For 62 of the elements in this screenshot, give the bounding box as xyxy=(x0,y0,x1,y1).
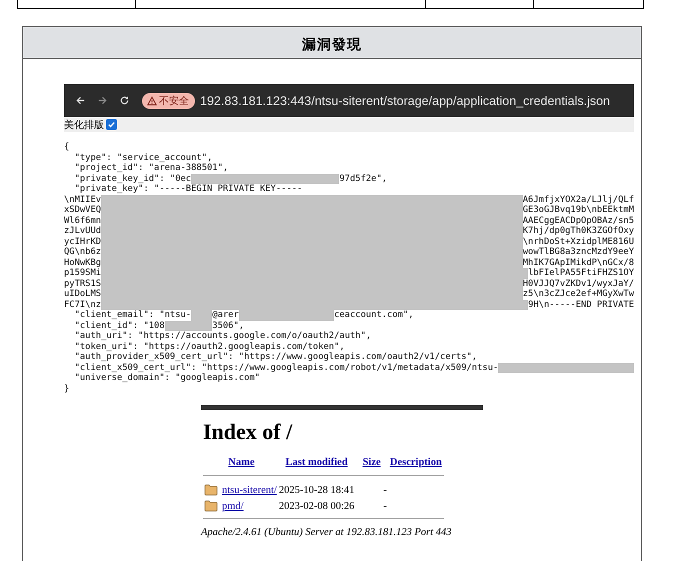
code-text: QG\nb6z xyxy=(64,247,102,258)
column-header-link[interactable]: Description xyxy=(390,457,442,468)
modified-date: 2025-10-28 18:41 xyxy=(278,484,354,496)
code-text: lbFIelPA55FtiFHZS1OY xyxy=(528,268,634,278)
checkbox[interactable] xyxy=(106,119,117,130)
code-text: wowTlBG8a3zncMzdY9eeY xyxy=(522,247,634,258)
code-text: "token_uri": "https://oauth2.googleapis.com/token", xyxy=(74,342,345,352)
code-text: uIDoLMS xyxy=(64,289,102,300)
code-text: "auth_provider_x509_cert_url": "https://www.googleapis.com/oauth2/v1/certs", xyxy=(74,352,478,362)
code-text: xSDwVEQ xyxy=(64,205,102,216)
file-link[interactable]: pmd/ xyxy=(222,500,244,512)
section-title: 漏洞發現 xyxy=(302,36,362,54)
code-text: 97d5f2e", xyxy=(339,174,388,184)
code-text: } xyxy=(64,384,70,394)
column-header-link[interactable]: Size xyxy=(362,457,381,468)
page-heading: Index of / xyxy=(203,419,294,445)
code-text: "client_email": "ntsu- xyxy=(74,310,192,320)
code-text: K7hj/dp0gTh0K3ZGOfOxy xyxy=(522,226,634,236)
file-size: - xyxy=(383,484,387,496)
back-icon[interactable] xyxy=(75,95,86,106)
folder-icon xyxy=(204,484,218,496)
server-signature: Apache/2.4.61 (Ubuntu) Server at 192.83.181.123 Port 443 xyxy=(201,527,453,538)
code-text: { xyxy=(64,142,70,152)
code-text: MhIK7GApIMikdP\nGCx/8 xyxy=(522,258,634,268)
code-text: "client_id": "108 xyxy=(74,320,165,331)
code-text: \nMIIEv xyxy=(64,194,102,205)
code-text: A6JmfjxYOX2a/LJlj/QLf xyxy=(522,194,634,205)
code-text: FC7I\nz xyxy=(64,300,102,310)
code-text: ycIHrKD xyxy=(64,236,102,247)
code-text: "type": "service_account", xyxy=(74,152,212,163)
security-badge[interactable]: 不安全 xyxy=(142,92,195,108)
file-size: - xyxy=(383,500,387,512)
code-text: p159SMi xyxy=(64,268,102,278)
code-text: "private_key_id": "0ec xyxy=(74,174,192,184)
code-text: ceaccount.com", xyxy=(334,310,414,320)
code-text: zJLvUUd xyxy=(64,226,102,236)
column-header-link[interactable]: Last modified xyxy=(286,457,348,468)
code-text: @arer xyxy=(212,310,239,320)
code-text: HoNwKBg xyxy=(64,258,102,268)
url-text[interactable]: 192.83.181.123:443/ntsu-siterent/storage/app/application_credentials.json xyxy=(200,94,610,108)
code-text: z5\n3cZJce2ef+MGyXwTw xyxy=(522,289,634,300)
reload-icon[interactable] xyxy=(119,95,130,106)
code-text: "universe_domain": "googleapis.com" xyxy=(74,373,260,384)
code-text: GE3oGJBvq19b\nbEEktmM xyxy=(522,205,634,216)
forward-icon[interactable] xyxy=(97,95,108,106)
code-text: H0VJJQ7vZKDv1/wyxJaY/ xyxy=(522,278,634,289)
modified-date: 2023-02-08 00:26 xyxy=(278,500,354,512)
pretty-print-label: 美化排版 xyxy=(64,118,104,132)
code-text: \nrhDoSt+XzidplME816U xyxy=(522,236,634,247)
folder-icon xyxy=(204,500,218,512)
code-text: "project_id": "arena-388501", xyxy=(74,163,228,174)
code-text: AAECggEACDpOpOBAz/sn5 xyxy=(522,216,634,226)
column-header-link[interactable]: Name xyxy=(228,457,255,468)
file-link[interactable]: ntsu-siterent/ xyxy=(222,484,277,496)
code-text: "client_x509_cert_url": "https://www.googleapis.com/robot/v1/metadata/x509/ntsu- xyxy=(74,362,498,373)
code-text: Wl6f6mn xyxy=(64,216,102,226)
code-text: "private_key": "-----BEGIN PRIVATE KEY----- xyxy=(74,184,302,194)
code-text: 3506", xyxy=(212,320,244,331)
code-text: 9H\n-----END PRIVATE xyxy=(528,300,634,310)
warning-icon xyxy=(147,96,157,106)
code-text: "auth_uri": "https://accounts.google.com/o/oauth2/auth", xyxy=(74,331,372,342)
code-text: pyTRS1S xyxy=(64,278,102,289)
